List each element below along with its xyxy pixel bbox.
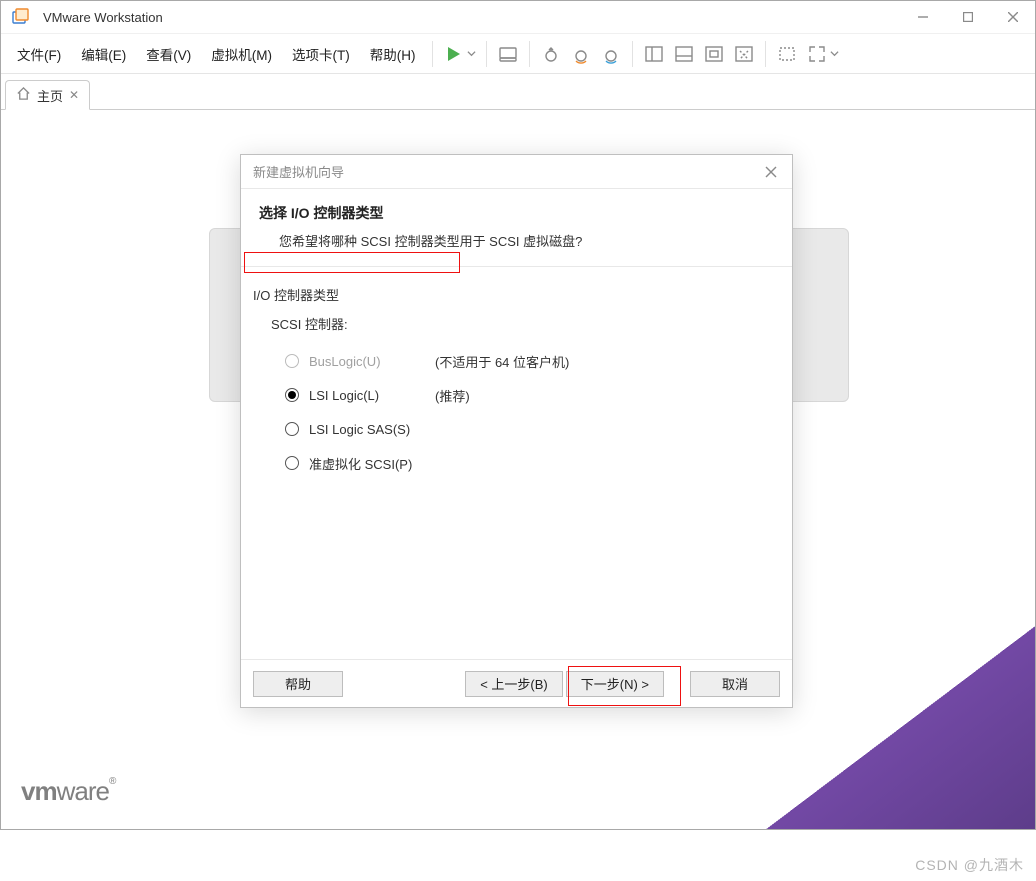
snapshot-button[interactable] [536, 39, 566, 69]
brand-suffix: ware [57, 776, 109, 806]
menu-help[interactable]: 帮助(H) [360, 40, 426, 68]
dialog-close-button[interactable] [750, 155, 792, 188]
menu-edit[interactable]: 编辑(E) [71, 40, 136, 68]
maximize-button[interactable] [945, 2, 990, 32]
unity-button[interactable] [729, 39, 759, 69]
dialog-header: 选择 I/O 控制器类型 您希望将哪种 SCSI 控制器类型用于 SCSI 虚拟… [241, 189, 792, 267]
corner-decoration [697, 591, 1035, 829]
dialog-header-title: 选择 I/O 控制器类型 [259, 203, 774, 223]
menu-file[interactable]: 文件(F) [7, 40, 71, 68]
radio-lsi-logic-sas[interactable]: LSI Logic SAS(S) [249, 415, 784, 443]
view-single-button[interactable] [639, 39, 669, 69]
radio-lsi-logic[interactable]: LSI Logic(L) (推荐) [249, 381, 784, 409]
tab-home-label: 主页 [37, 86, 63, 105]
window-controls [900, 2, 1035, 32]
scsi-controller-label: SCSI 控制器: [249, 314, 784, 333]
snapshot-manager-button[interactable] [596, 39, 626, 69]
separator [765, 41, 766, 67]
view-console-button[interactable] [669, 39, 699, 69]
back-button[interactable]: < 上一步(B) [465, 671, 563, 697]
radio-paravirt-label: 准虚拟化 SCSI(P) [309, 454, 429, 473]
send-ctrl-alt-del-button[interactable] [493, 39, 523, 69]
menubar: 文件(F) 编辑(E) 查看(V) 虚拟机(M) 选项卡(T) 帮助(H) [1, 34, 1035, 74]
tab-close-icon[interactable]: ✕ [69, 88, 79, 102]
power-button[interactable] [439, 39, 480, 69]
tabstrip: 主页 ✕ [1, 74, 1035, 110]
enter-fullscreen-button[interactable] [802, 39, 843, 69]
home-icon [16, 86, 31, 104]
app-title: VMware Workstation [43, 10, 900, 25]
view-fullscreen-button[interactable] [699, 39, 729, 69]
menu-view[interactable]: 查看(V) [136, 40, 201, 68]
next-button[interactable]: 下一步(N) > [566, 671, 664, 697]
dialog-header-subtitle: 您希望将哪种 SCSI 控制器类型用于 SCSI 虚拟磁盘? [279, 231, 774, 250]
dialog-titlebar: 新建虚拟机向导 [241, 155, 792, 189]
snapshot-revert-button[interactable] [566, 39, 596, 69]
radio-icon [285, 422, 299, 436]
menu-vm[interactable]: 虚拟机(M) [201, 40, 282, 68]
help-button[interactable]: 帮助 [253, 671, 343, 697]
app-window: VMware Workstation 文件(F) 编辑(E) 查看(V) 虚拟机… [0, 0, 1036, 830]
radio-buslogic-label: BusLogic(U) [309, 354, 429, 369]
radio-paravirtual-scsi[interactable]: 准虚拟化 SCSI(P) [249, 449, 784, 477]
separator [486, 41, 487, 67]
back-button-label: < 上一步(B) [480, 674, 548, 693]
radio-icon [285, 354, 299, 368]
app-icon [11, 7, 31, 27]
titlebar: VMware Workstation [1, 1, 1035, 34]
dialog-title: 新建虚拟机向导 [241, 162, 750, 181]
radio-icon [285, 456, 299, 470]
close-button[interactable] [990, 2, 1035, 32]
radio-buslogic: BusLogic(U) (不适用于 64 位客户机) [249, 347, 784, 375]
next-button-label: 下一步(N) > [581, 674, 649, 693]
radio-buslogic-hint: (不适用于 64 位客户机) [435, 352, 569, 371]
radio-lsi-label: LSI Logic(L) [309, 388, 429, 403]
help-button-label: 帮助 [285, 674, 311, 693]
menu-tabs[interactable]: 选项卡(T) [282, 40, 360, 68]
separator [432, 41, 433, 67]
separator [632, 41, 633, 67]
radio-lsisas-label: LSI Logic SAS(S) [309, 422, 429, 437]
radio-icon [285, 388, 299, 402]
vmware-logo: vmware® [21, 776, 115, 807]
io-controller-type-label: I/O 控制器类型 [249, 285, 784, 304]
client-area: 新建虚拟机向导 选择 I/O 控制器类型 您希望将哪种 SCSI 控制器类型用于… [1, 110, 1035, 829]
brand-prefix: vm [21, 776, 57, 806]
radio-lsi-hint: (推荐) [435, 386, 470, 405]
tab-home[interactable]: 主页 ✕ [5, 80, 90, 110]
stretch-button[interactable] [772, 39, 802, 69]
separator [529, 41, 530, 67]
watermark: CSDN @九酒木 [915, 855, 1024, 875]
minimize-button[interactable] [900, 2, 945, 32]
